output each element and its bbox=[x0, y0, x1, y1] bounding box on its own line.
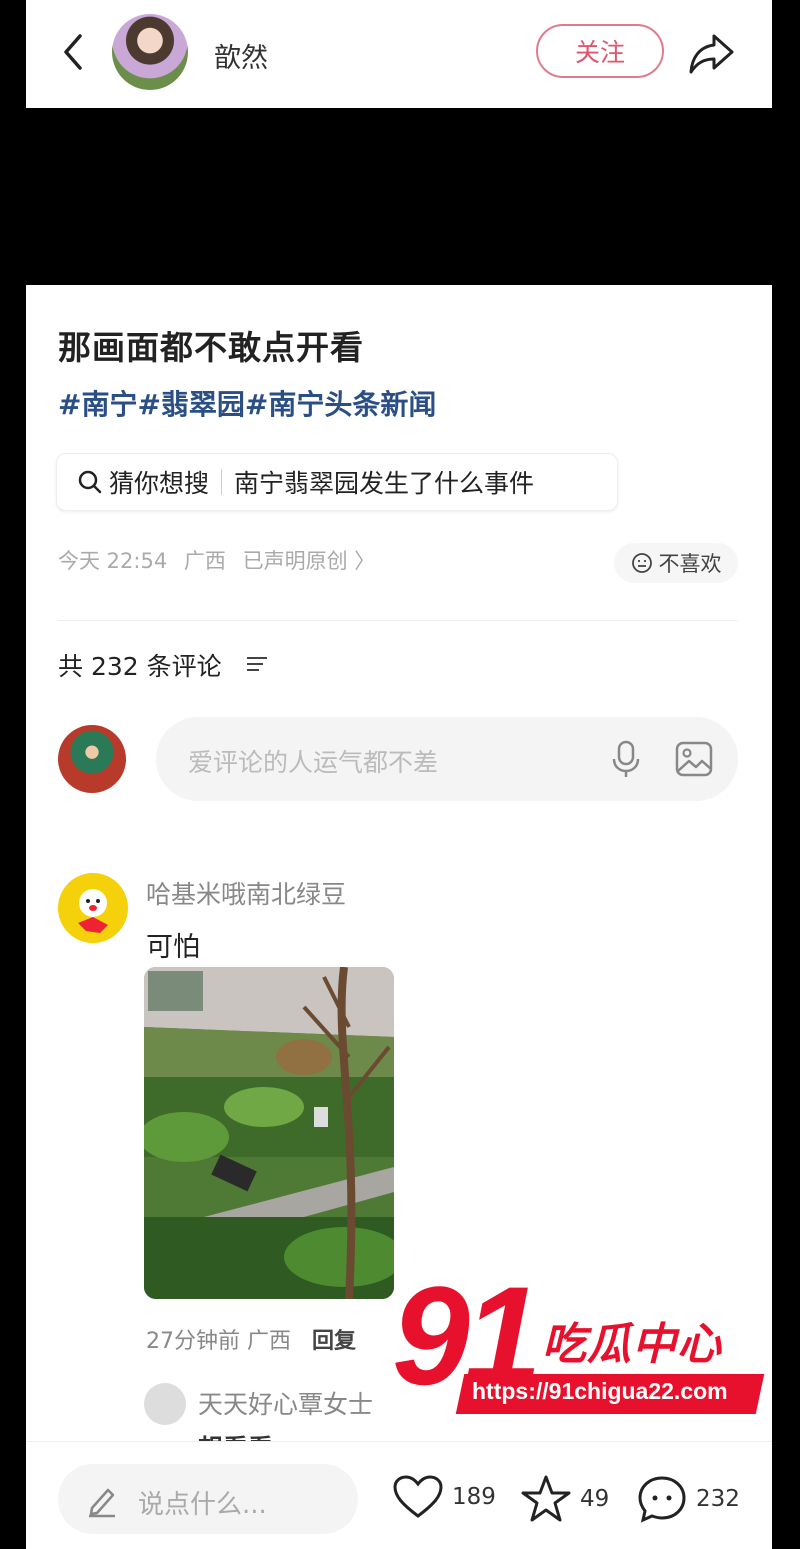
cartoon-dog-icon bbox=[78, 889, 108, 933]
reply-button[interactable]: 回复 bbox=[312, 1329, 356, 1354]
neutral-face-icon bbox=[631, 553, 652, 573]
post-time: 今天 22:54 bbox=[58, 549, 168, 573]
search-suggestion[interactable]: 猜你想搜 南宁翡翠园发生了什么事件 bbox=[56, 453, 618, 511]
dislike-button[interactable]: 不喜欢 bbox=[614, 543, 738, 583]
comment-bubble-icon bbox=[638, 1476, 686, 1523]
favorite-button[interactable]: 49 bbox=[520, 1474, 609, 1524]
image-icon[interactable] bbox=[674, 739, 714, 779]
sort-icon[interactable] bbox=[246, 655, 268, 673]
search-prefix: 猜你想搜 bbox=[109, 469, 210, 498]
follow-button[interactable]: 关注 bbox=[536, 24, 664, 78]
like-button[interactable]: 189 bbox=[392, 1474, 496, 1520]
comment-meta: 27分钟前 广西 回复 bbox=[146, 1323, 356, 1355]
say-something-placeholder: 说点什么... bbox=[138, 1490, 267, 1520]
heart-icon bbox=[393, 1475, 443, 1518]
photo-image bbox=[144, 967, 394, 1299]
commenter-name[interactable]: 哈基米哦南北绿豆 bbox=[146, 875, 346, 911]
search-term: 南宁翡翠园发生了什么事件 bbox=[234, 469, 535, 498]
favorite-count: 49 bbox=[580, 1486, 610, 1512]
sub-reply-avatar[interactable] bbox=[144, 1383, 186, 1425]
divider bbox=[58, 620, 738, 621]
watermark-brand: 吃瓜中心 bbox=[542, 1319, 722, 1370]
comment-location: 广西 bbox=[247, 1329, 292, 1354]
like-count: 189 bbox=[452, 1484, 496, 1510]
post-meta: 今天 22:54 广西 已声明原创 〉 bbox=[58, 545, 385, 575]
say-something-input[interactable]: 说点什么... bbox=[58, 1464, 358, 1534]
comment-photo[interactable] bbox=[144, 967, 394, 1299]
header-bar: 歆然 关注 bbox=[26, 0, 772, 108]
bottom-action-bar: 说点什么... 189 49 232 bbox=[26, 1441, 772, 1549]
current-user-avatar bbox=[58, 725, 126, 793]
search-icon bbox=[78, 470, 102, 494]
share-icon[interactable] bbox=[686, 28, 736, 78]
commenter-avatar[interactable] bbox=[58, 873, 128, 943]
comment-input[interactable]: 爱评论的人运气都不差 bbox=[156, 717, 738, 801]
post-location: 广西 bbox=[183, 549, 226, 573]
watermark-logo: 91 吃瓜中心 https://91chigua22.com bbox=[392, 1266, 772, 1426]
comment-count: 共 232 条评论 bbox=[58, 652, 222, 681]
post-title: 那画面都不敢点开看 bbox=[58, 328, 364, 367]
divider bbox=[221, 469, 223, 495]
original-declared-link[interactable]: 已声明原创 〉 bbox=[243, 549, 376, 573]
comment-count-bottom: 232 bbox=[696, 1486, 740, 1512]
comment-input-placeholder: 爱评论的人运气都不差 bbox=[188, 748, 439, 777]
author-avatar[interactable] bbox=[112, 14, 188, 90]
comment-text: 可怕 bbox=[146, 932, 200, 963]
sub-reply-text: 想看看 bbox=[198, 1429, 273, 1441]
microphone-icon[interactable] bbox=[608, 739, 644, 779]
back-arrow-icon[interactable] bbox=[56, 30, 90, 74]
post-hashtags[interactable]: #南宁#翡翠园#南宁头条新闻 bbox=[58, 383, 436, 423]
comment-time: 27分钟前 bbox=[146, 1329, 240, 1354]
dislike-label: 不喜欢 bbox=[658, 552, 722, 576]
watermark-url: https://91chigua22.com bbox=[472, 1378, 728, 1404]
comment-button[interactable]: 232 bbox=[636, 1474, 740, 1524]
author-name[interactable]: 歆然 bbox=[214, 36, 268, 75]
star-icon bbox=[521, 1475, 571, 1522]
pencil-icon bbox=[89, 1488, 115, 1518]
sub-reply-name[interactable]: 天天好心覃女士 bbox=[198, 1385, 373, 1421]
